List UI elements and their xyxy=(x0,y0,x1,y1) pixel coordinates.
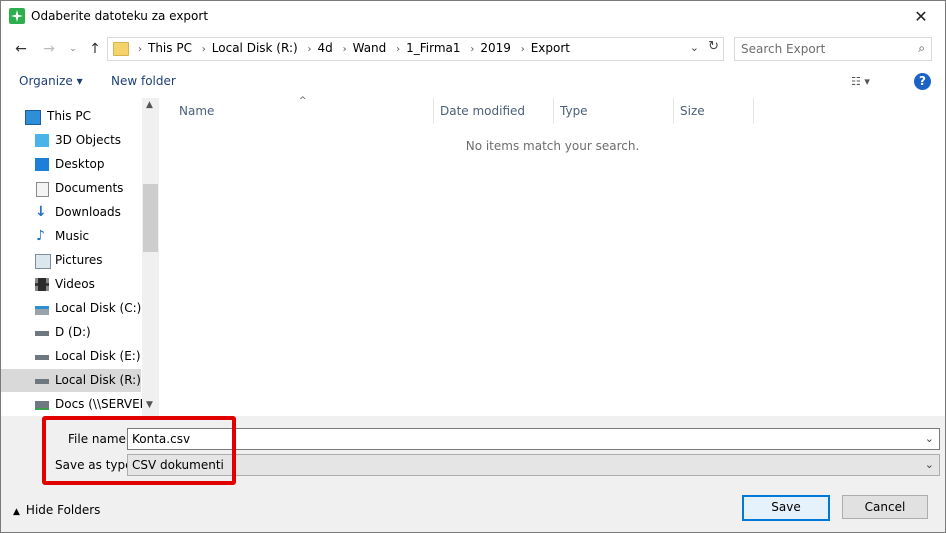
sidebar-item-label: 3D Objects xyxy=(55,133,122,147)
sidebar-item-label: D (D:) xyxy=(55,325,91,339)
sidebar-item-label: Desktop xyxy=(55,157,105,171)
title-bar: Odaberite datoteku za export ✕ xyxy=(1,1,945,32)
breadcrumb-item[interactable]: 4d xyxy=(318,41,333,55)
sidebar-item-this-pc[interactable]: This PC xyxy=(1,105,141,128)
column-header-name[interactable]: Name xyxy=(179,104,214,118)
command-toolbar: Organize ▾ New folder ☷ ▾ ? xyxy=(1,68,945,96)
sidebar-item-label: Local Disk (C:) xyxy=(55,301,142,315)
save-type-select[interactable]: CSV dokumenti ⌄ xyxy=(127,454,940,476)
cancel-button[interactable]: Cancel xyxy=(842,495,928,519)
window-title: Odaberite datoteku za export xyxy=(31,9,209,23)
view-options-icon[interactable]: ☷ ▾ xyxy=(851,75,870,88)
sidebar-item-label: Local Disk (E:) xyxy=(55,349,141,363)
column-header-date-modified[interactable]: Date modified xyxy=(440,104,525,118)
sidebar-item-label: Docs (\\SERVER- xyxy=(55,397,152,411)
breadcrumb-item[interactable]: 2019 xyxy=(480,41,511,55)
scrollbar-thumb[interactable] xyxy=(143,184,158,252)
search-input[interactable]: Search Export xyxy=(741,42,825,56)
forward-arrow-icon[interactable]: → xyxy=(39,39,59,59)
desktop-icon xyxy=(35,158,49,171)
address-bar[interactable]: › This PC › Local Disk (R:) › 4d › Wand › 1_F… xyxy=(107,37,724,61)
navigation-pane: This PC 3D Objects Desktop Documents ↓ D… xyxy=(1,98,159,416)
column-divider[interactable] xyxy=(753,98,754,124)
drive-icon xyxy=(35,379,49,384)
scroll-down-icon[interactable]: ▼ xyxy=(146,400,153,410)
back-arrow-icon[interactable]: ← xyxy=(11,39,31,59)
sidebar-item-3d-objects[interactable]: 3D Objects xyxy=(1,129,141,152)
sidebar-item-desktop[interactable]: Desktop xyxy=(1,153,141,176)
film-icon xyxy=(35,278,49,291)
breadcrumb-item[interactable]: Wand xyxy=(353,41,387,55)
sort-caret-icon: ^ xyxy=(299,96,307,106)
network-drive-icon xyxy=(35,401,49,410)
document-icon xyxy=(36,182,49,197)
download-arrow-icon: ↓ xyxy=(35,204,47,220)
app-icon xyxy=(9,8,25,24)
sidebar-scrollbar[interactable]: ▲ ▼ xyxy=(142,98,159,416)
column-divider[interactable] xyxy=(553,98,554,124)
sidebar-item-music[interactable]: ♪ Music xyxy=(1,225,141,248)
sidebar-item-label: Documents xyxy=(55,181,124,195)
new-folder-button[interactable]: New folder xyxy=(111,74,176,88)
file-list: ^ Name Date modified Type Size No items … xyxy=(160,96,945,416)
organize-menu[interactable]: Organize ▾ xyxy=(19,74,83,88)
breadcrumb-item[interactable]: 1_Firma1 xyxy=(406,41,460,55)
sidebar-item-pictures[interactable]: Pictures xyxy=(1,249,141,272)
breadcrumb: › This PC › Local Disk (R:) › 4d › Wand › 1_F… xyxy=(138,41,570,55)
folder-icon xyxy=(113,42,129,56)
empty-message: No items match your search. xyxy=(465,139,640,153)
sidebar-item-videos[interactable]: Videos xyxy=(1,273,141,296)
search-icon[interactable]: ⌕ xyxy=(918,41,925,56)
sidebar-item-local-disk-r[interactable]: Local Disk (R:) xyxy=(1,369,141,392)
column-header-size[interactable]: Size xyxy=(680,104,705,118)
chevron-up-icon: ▲ xyxy=(13,507,20,517)
breadcrumb-item[interactable]: Export xyxy=(531,41,570,55)
computer-icon xyxy=(25,110,41,125)
close-icon[interactable]: ✕ xyxy=(903,5,939,29)
breadcrumb-item[interactable]: This PC xyxy=(148,41,192,55)
drive-icon xyxy=(35,331,49,336)
sidebar-item-label: Local Disk (R:) xyxy=(55,373,141,387)
hide-folders-label: Hide Folders xyxy=(25,503,101,517)
address-dropdown-chevron-icon[interactable]: ⌄ xyxy=(690,41,699,54)
sidebar-item-label: Pictures xyxy=(55,253,103,267)
hide-folders-toggle[interactable]: ▲ Hide Folders xyxy=(13,503,100,517)
scroll-up-icon[interactable]: ▲ xyxy=(146,100,153,110)
chevron-down-icon[interactable]: ⌄ xyxy=(925,458,934,471)
column-header-type[interactable]: Type xyxy=(560,104,588,118)
sidebar-item-downloads[interactable]: ↓ Downloads xyxy=(1,201,141,224)
picture-icon xyxy=(35,254,51,269)
sidebar-item-docs-server[interactable]: Docs (\\SERVER- xyxy=(1,393,152,416)
column-divider[interactable] xyxy=(433,98,434,124)
sidebar-item-local-disk-c[interactable]: Local Disk (C:) xyxy=(1,297,141,320)
column-divider[interactable] xyxy=(673,98,674,124)
save-button[interactable]: Save xyxy=(742,495,830,521)
sidebar-item-label: Videos xyxy=(55,277,95,291)
drive-icon xyxy=(35,355,49,360)
sidebar-item-label: Music xyxy=(55,229,90,243)
sidebar-item-d-drive[interactable]: D (D:) xyxy=(1,321,141,344)
sidebar-item-local-disk-e[interactable]: Local Disk (E:) xyxy=(1,345,141,368)
breadcrumb-item[interactable]: Local Disk (R:) xyxy=(212,41,298,55)
refresh-icon[interactable]: ↻ xyxy=(708,39,719,54)
save-dialog-window: Odaberite datoteku za export ✕ ← → ⌄ ↑ ›… xyxy=(0,0,946,533)
file-name-field[interactable]: Konta.csv ⌄ xyxy=(127,428,940,450)
sidebar-item-label: This PC xyxy=(47,109,91,123)
chevron-down-icon[interactable]: ⌄ xyxy=(925,432,934,445)
highlight-annotation-box xyxy=(42,416,236,485)
help-icon[interactable]: ? xyxy=(914,73,931,90)
cube-icon xyxy=(35,134,49,147)
sidebar-item-label: Downloads xyxy=(55,205,121,219)
recent-locations-chevron-icon[interactable]: ⌄ xyxy=(63,39,83,59)
up-arrow-icon[interactable]: ↑ xyxy=(85,39,105,59)
music-note-icon: ♪ xyxy=(36,228,45,244)
drive-icon xyxy=(35,306,49,315)
sidebar-item-documents[interactable]: Documents xyxy=(1,177,141,200)
navigation-bar: ← → ⌄ ↑ › This PC › Local Disk (R:) › 4d › W… xyxy=(1,34,945,64)
search-box[interactable]: Search Export ⌕ xyxy=(734,37,932,61)
